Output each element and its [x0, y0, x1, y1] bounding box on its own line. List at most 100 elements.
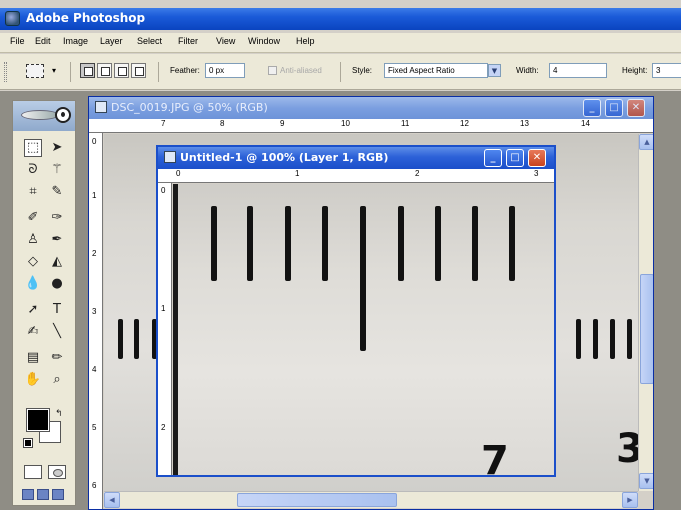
menu-image[interactable]: Image [63, 36, 88, 46]
menu-edit[interactable]: Edit [35, 36, 51, 46]
scroll-down-arrow-icon[interactable]: ▼ [639, 473, 653, 489]
ruler-label: 1 [161, 304, 166, 313]
style-select[interactable]: Fixed Aspect Ratio [384, 63, 488, 78]
eye-icon [55, 107, 71, 123]
standard-mode-button[interactable] [24, 465, 42, 479]
eraser-tool-icon[interactable]: ◇ [24, 253, 42, 271]
maximize-button[interactable]: □ [506, 149, 524, 167]
menu-layer[interactable]: Layer [100, 36, 123, 46]
lasso-tool-icon[interactable]: ᘐ [24, 161, 42, 179]
toolbox-header[interactable] [13, 101, 75, 131]
vertical-scroll-thumb[interactable] [640, 274, 653, 384]
notes-tool-icon[interactable]: ▤ [24, 349, 42, 367]
zoom-tool-icon[interactable]: ⌕ [48, 371, 66, 389]
intersect-selection-button[interactable] [131, 63, 146, 78]
history-brush-tool-icon[interactable]: ✒ [48, 231, 66, 249]
rectangular-marquee-tool-icon[interactable] [26, 64, 44, 78]
standard-screen-mode-button[interactable] [22, 489, 34, 500]
app-title-bar: Adobe Photoshop [0, 8, 681, 30]
swap-colors-icon[interactable]: ↰ [55, 409, 63, 419]
options-bar: ▾ Feather: 0 px Anti-aliased Style: Fixe… [0, 54, 681, 90]
ruler-label: 7 [161, 119, 166, 128]
scroll-up-arrow-icon[interactable]: ▲ [639, 134, 653, 150]
default-colors-icon[interactable] [23, 438, 33, 448]
menu-filter[interactable]: Filter [178, 36, 198, 46]
horizontal-ruler[interactable]: 0 1 2 3 [158, 169, 554, 183]
image-left-edge [173, 184, 178, 475]
eyedropper-tool-icon[interactable]: ✏ [48, 349, 66, 367]
close-button[interactable]: ✕ [528, 149, 546, 167]
horizontal-ruler[interactable]: 7 8 9 10 11 12 13 14 [89, 119, 653, 133]
quick-mask-mode-button[interactable] [48, 465, 66, 479]
style-dropdown-arrow-icon[interactable]: ▼ [488, 64, 501, 77]
type-tool-icon[interactable]: T [48, 301, 66, 319]
width-input[interactable]: 4 [549, 63, 607, 78]
anti-aliased-label: Anti-aliased [280, 66, 322, 75]
blur-tool-icon[interactable]: 💧 [24, 275, 42, 293]
ruler-tick-mark [118, 319, 123, 359]
path-selection-tool-icon[interactable]: ➚ [24, 301, 42, 319]
document-title-bar[interactable]: Untitled-1 @ 100% (Layer 1, RGB) _ □ ✕ [158, 147, 554, 169]
minimize-button[interactable]: _ [583, 99, 601, 117]
maximize-icon: □ [510, 152, 520, 163]
full-screen-mode-button[interactable] [52, 489, 64, 500]
crop-tool-icon[interactable]: ⌗ [24, 183, 42, 201]
height-input[interactable]: 3 [652, 63, 681, 78]
menu-select[interactable]: Select [137, 36, 162, 46]
vertical-ruler[interactable]: 0 1 2 3 4 5 6 [89, 133, 103, 509]
ruler-digit: 3 [616, 426, 638, 472]
minimize-icon: _ [490, 152, 496, 163]
ruler-label: 9 [280, 119, 285, 128]
close-button[interactable]: ✕ [627, 99, 645, 117]
hand-tool-icon[interactable]: ✋ [24, 371, 42, 389]
document-window-active[interactable]: Untitled-1 @ 100% (Layer 1, RGB) _ □ ✕ 0… [156, 145, 556, 477]
magic-wand-tool-icon[interactable]: ⚚ [48, 161, 66, 179]
brush-tool-icon[interactable]: ✑ [48, 209, 66, 227]
ruler-tick-mark [211, 206, 217, 281]
menu-help[interactable]: Help [296, 36, 315, 46]
feather-input[interactable]: 0 px [205, 63, 245, 78]
add-to-selection-button[interactable] [97, 63, 112, 78]
marquee-tool-icon[interactable]: ⬚ [24, 139, 42, 157]
document-title: Untitled-1 @ 100% (Layer 1, RGB) [180, 151, 389, 164]
image-canvas[interactable]: 7 [173, 184, 554, 475]
ruler-label: 14 [581, 119, 590, 128]
vertical-scrollbar[interactable]: ▲ ▼ [638, 134, 653, 491]
ruler-tick-mark [627, 319, 632, 359]
ruler-label: 0 [92, 137, 97, 146]
clone-stamp-tool-icon[interactable]: ♙ [24, 231, 42, 249]
paint-bucket-tool-icon[interactable]: ◭ [48, 253, 66, 271]
scroll-right-arrow-icon[interactable]: ▶ [622, 492, 638, 508]
feather-icon [21, 110, 59, 120]
ruler-label: 11 [401, 119, 410, 128]
scroll-left-arrow-icon[interactable]: ◀ [104, 492, 120, 508]
foreground-color-swatch[interactable] [26, 408, 50, 432]
ruler-tick-mark [576, 319, 581, 359]
menu-window[interactable]: Window [248, 36, 280, 46]
options-bar-grip[interactable] [4, 62, 7, 82]
pen-tool-icon[interactable]: ✍ [24, 323, 42, 341]
minimize-button[interactable]: _ [484, 149, 502, 167]
slice-tool-icon[interactable]: ✎ [48, 183, 66, 201]
horizontal-scrollbar[interactable]: ◀ ▶ [104, 491, 638, 508]
line-tool-icon[interactable]: ╲ [48, 323, 66, 341]
maximize-button[interactable]: □ [605, 99, 623, 117]
move-tool-icon[interactable]: ➤ [48, 139, 66, 157]
horizontal-scroll-thumb[interactable] [237, 493, 397, 507]
dodge-tool-icon[interactable]: ● [48, 275, 66, 293]
healing-brush-tool-icon[interactable]: ✐ [24, 209, 42, 227]
tool-preset-dropdown-icon[interactable]: ▾ [52, 66, 56, 75]
ruler-label: 13 [520, 119, 529, 128]
full-screen-menu-mode-button[interactable] [37, 489, 49, 500]
ruler-tick-mark [472, 206, 478, 281]
document-title-bar[interactable]: DSC_0019.JPG @ 50% (RGB) _ □ ✕ [89, 97, 653, 119]
ruler-tick-mark [134, 319, 139, 359]
menu-file[interactable]: File [10, 36, 25, 46]
ruler-label: 12 [460, 119, 469, 128]
new-selection-button[interactable] [80, 63, 95, 78]
subtract-from-selection-button[interactable] [114, 63, 129, 78]
anti-aliased-checkbox[interactable] [268, 66, 277, 75]
menu-view[interactable]: View [216, 36, 235, 46]
menu-bar: File Edit Image Layer Select Filter View… [0, 33, 681, 53]
vertical-ruler[interactable]: 0 1 2 [158, 183, 172, 475]
